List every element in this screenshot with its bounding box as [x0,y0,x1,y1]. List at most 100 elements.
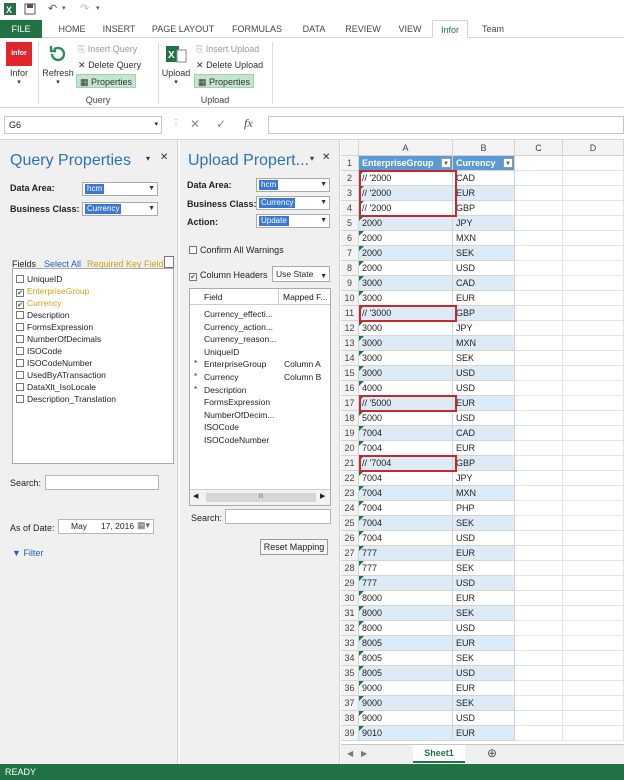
empty-cell[interactable] [515,171,563,186]
empty-cell[interactable] [563,666,624,681]
tab-page-layout[interactable]: PAGE LAYOUT [148,20,218,38]
cell-currency[interactable]: USD [453,261,515,276]
use-state-select[interactable]: Use State ▼ [272,266,330,282]
empty-cell[interactable] [563,216,624,231]
empty-cell[interactable] [515,501,563,516]
cell-currency[interactable]: USD [453,576,515,591]
empty-cell[interactable] [563,441,624,456]
cell-enterprise-group[interactable]: 7004 [359,531,453,546]
confirm-warnings-checkbox[interactable]: Confirm All Warnings [189,245,284,255]
empty-cell[interactable] [515,516,563,531]
mapped-column-header[interactable]: Mapped F... [283,292,327,302]
search-input[interactable] [225,509,331,524]
cell-enterprise-group[interactable]: 7004 [359,471,453,486]
delete-upload-button[interactable]: ✕ Delete Upload [196,58,263,72]
cell-enterprise-group[interactable]: 3000 [359,366,453,381]
cell-currency[interactable]: EUR [453,291,515,306]
table-header-enterprise-group[interactable]: EnterpriseGroup ▼ [359,156,453,171]
row-header[interactable]: 23 [341,486,359,501]
empty-cell[interactable] [515,276,563,291]
previous-sheet-icon[interactable]: ◀ [347,749,353,758]
empty-cell[interactable] [515,546,563,561]
row-header[interactable]: 30 [341,591,359,606]
cell-enterprise-group[interactable]: 8000 [359,621,453,636]
query-properties-button[interactable]: ▦ Properties [76,74,137,88]
empty-cell[interactable] [515,696,563,711]
cell-enterprise-group[interactable]: 777 [359,576,453,591]
cancel-formula-icon[interactable]: ✕ [190,117,200,131]
refresh-dropdown-icon[interactable]: ▾ [40,78,76,86]
cell-currency[interactable]: JPY [453,216,515,231]
cell-enterprise-group[interactable]: 2000 [359,261,453,276]
empty-cell[interactable] [515,186,563,201]
empty-cell[interactable] [563,366,624,381]
cell-enterprise-group[interactable]: 9010 [359,726,453,741]
field-checkbox-row[interactable]: Description_Translation [16,393,116,405]
empty-cell[interactable] [563,396,624,411]
cell-currency[interactable]: USD [453,366,515,381]
row-header[interactable]: 22 [341,471,359,486]
row-header[interactable]: 24 [341,501,359,516]
cell-enterprise-group[interactable]: 8000 [359,591,453,606]
row-header[interactable]: 15 [341,366,359,381]
insert-upload-button[interactable]: ⎘ Insert Upload [196,42,259,56]
empty-cell[interactable] [515,441,563,456]
mapping-field[interactable]: ISOCode [204,422,239,432]
empty-cell[interactable] [515,321,563,336]
filter-button[interactable]: ▼ Filter [12,548,43,558]
infor-dropdown-icon[interactable]: ▾ [2,78,36,86]
empty-cell[interactable] [563,201,624,216]
as-of-date-picker[interactable]: May 17, 2016 ▦▾ [58,519,154,534]
cell-currency[interactable]: SEK [453,561,515,576]
tab-home[interactable]: HOME [52,20,92,38]
column-header-a[interactable]: A [359,140,453,156]
empty-cell[interactable] [515,486,563,501]
empty-cell[interactable] [515,261,563,276]
tab-team[interactable]: Team [474,20,512,38]
empty-cell[interactable] [563,471,624,486]
cell-currency[interactable]: MXN [453,486,515,501]
row-header[interactable]: 32 [341,621,359,636]
cell-currency[interactable]: PHP [453,501,515,516]
empty-cell[interactable] [515,201,563,216]
tab-file[interactable]: FILE [0,20,42,38]
cell-currency[interactable]: CAD [453,276,515,291]
cell-currency[interactable]: SEK [453,351,515,366]
empty-cell[interactable] [515,306,563,321]
empty-cell[interactable] [515,336,563,351]
row-header[interactable]: 6 [341,231,359,246]
cell-enterprise-group[interactable]: 3000 [359,336,453,351]
empty-cell[interactable] [563,261,624,276]
infor-logo-icon[interactable]: infor [6,42,32,66]
checkbox-checked-icon[interactable]: ✔ [16,301,24,309]
row-header[interactable]: 19 [341,426,359,441]
empty-cell[interactable] [563,621,624,636]
tab-data[interactable]: DATA [296,20,332,38]
search-input[interactable] [45,475,159,490]
mapping-field[interactable]: FormsExpression [204,397,270,407]
data-area-select[interactable]: hcm ▼ [256,178,330,192]
tab-review[interactable]: REVIEW [340,20,386,38]
empty-cell[interactable] [515,711,563,726]
empty-cell[interactable] [563,711,624,726]
empty-cell[interactable] [515,666,563,681]
cell-enterprise-group[interactable]: 7004 [359,426,453,441]
add-sheet-icon[interactable]: ⊕ [487,746,497,760]
empty-cell[interactable] [515,216,563,231]
mapping-field[interactable]: ISOCodeNumber [204,435,269,445]
business-class-select[interactable]: Currency ▼ [82,202,158,216]
cell-currency[interactable]: EUR [453,591,515,606]
empty-cell[interactable] [515,366,563,381]
mapping-field[interactable]: EnterpriseGroup [204,359,266,369]
cell-currency[interactable]: SEK [453,516,515,531]
empty-cell[interactable] [563,726,624,741]
cell-enterprise-group[interactable]: 2000 [359,246,453,261]
row-header[interactable]: 37 [341,696,359,711]
empty-cell[interactable] [515,561,563,576]
row-header[interactable]: 5 [341,216,359,231]
field-checkbox-row[interactable]: ISOCode [16,345,62,357]
column-headers-checkbox[interactable]: ✔ Column Headers [189,270,268,281]
row-header[interactable]: 29 [341,576,359,591]
row-header[interactable]: 10 [341,291,359,306]
cell-enterprise-group[interactable]: 9000 [359,681,453,696]
